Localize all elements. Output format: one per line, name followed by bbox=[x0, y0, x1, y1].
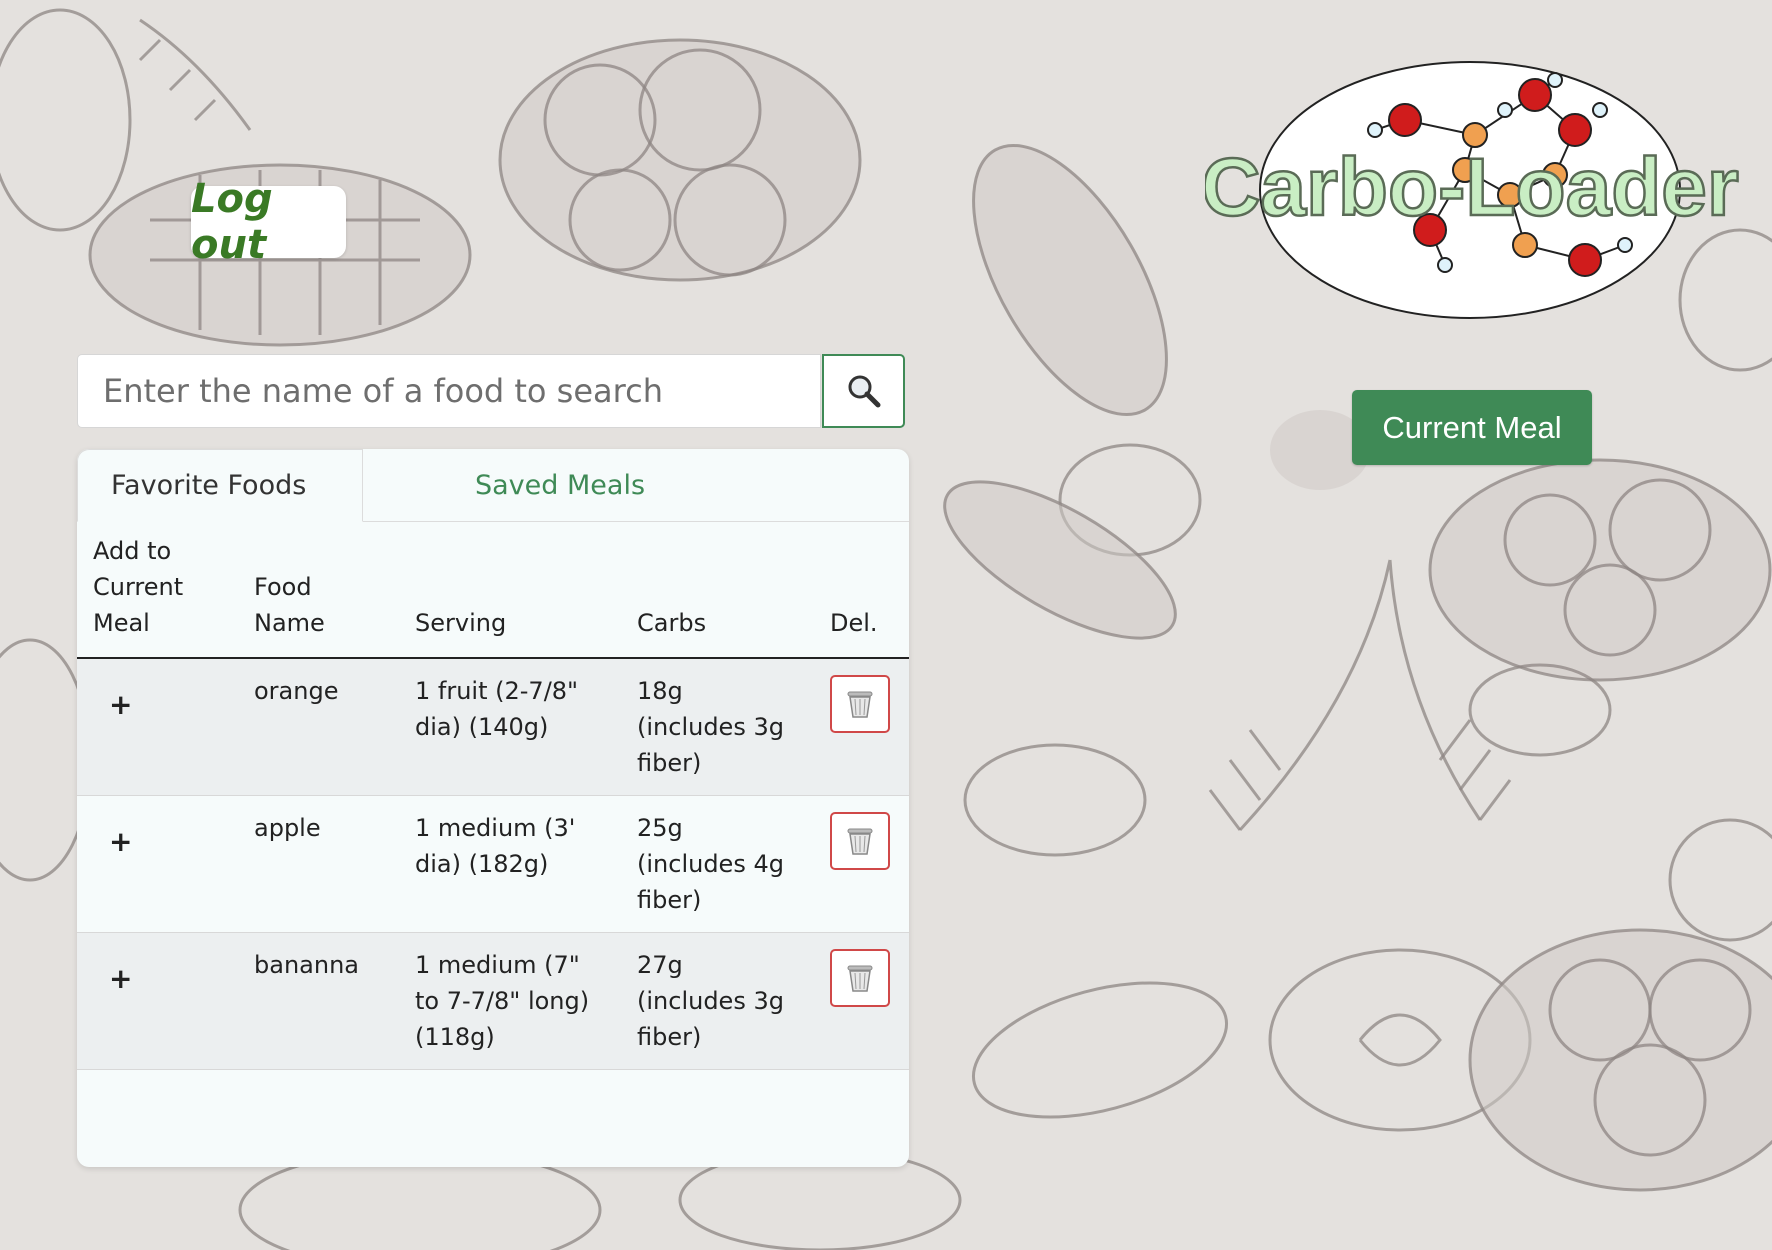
carbo-loader-logo: Carbo-Loader bbox=[1205, 61, 1740, 319]
header-delete: Del. bbox=[814, 521, 909, 659]
table-header-row: Add to Current Meal Food Name Serving Ca… bbox=[77, 521, 909, 659]
food-name-cell: bananna bbox=[238, 932, 399, 1070]
tab-saved-meals[interactable]: Saved Meals bbox=[399, 449, 725, 521]
delete-button[interactable] bbox=[830, 949, 890, 1007]
favorite-foods-table: Add to Current Meal Food Name Serving Ca… bbox=[77, 521, 909, 1070]
add-to-meal-button[interactable]: + bbox=[77, 795, 238, 933]
delete-cell bbox=[814, 795, 909, 933]
add-to-meal-button[interactable]: + bbox=[77, 658, 238, 796]
search-button[interactable] bbox=[822, 354, 905, 428]
delete-button[interactable] bbox=[830, 675, 890, 733]
panel-tabs: Favorite Foods Saved Meals bbox=[77, 449, 909, 522]
trash-icon bbox=[847, 965, 873, 992]
food-search-bar bbox=[77, 354, 905, 428]
carbs-cell: 25g (includes 4g fiber) bbox=[621, 795, 814, 933]
current-meal-button[interactable]: Current Meal bbox=[1352, 390, 1592, 465]
trash-icon bbox=[847, 828, 873, 855]
header-add-to-current-meal: Add to Current Meal bbox=[77, 521, 238, 659]
tab-favorite-foods[interactable]: Favorite Foods bbox=[77, 449, 363, 522]
table-row: + bananna 1 medium (7" to 7-7/8" long) (… bbox=[77, 932, 909, 1070]
table-row: + apple 1 medium (3' dia) (182g) 25g (in… bbox=[77, 795, 909, 933]
header-serving: Serving bbox=[399, 521, 621, 659]
favorites-panel: Favorite Foods Saved Meals Add to Curren… bbox=[77, 449, 909, 1167]
serving-cell: 1 medium (7" to 7-7/8" long) (118g) bbox=[399, 932, 621, 1070]
serving-cell: 1 fruit (2-7/8" dia) (140g) bbox=[399, 658, 621, 796]
magnifier-icon bbox=[848, 375, 880, 408]
delete-cell bbox=[814, 932, 909, 1070]
header-food-name: Food Name bbox=[238, 521, 399, 659]
delete-button[interactable] bbox=[830, 812, 890, 870]
trash-icon bbox=[847, 691, 873, 718]
logo-text: Carbo-Loader bbox=[1205, 142, 1739, 233]
logout-button[interactable]: Log out bbox=[191, 176, 346, 268]
serving-cell: 1 medium (3' dia) (182g) bbox=[399, 795, 621, 933]
food-search-input[interactable] bbox=[77, 354, 821, 428]
food-name-cell: orange bbox=[238, 658, 399, 796]
table-row: + orange 1 fruit (2-7/8" dia) (140g) 18g… bbox=[77, 658, 909, 796]
food-name-cell: apple bbox=[238, 795, 399, 933]
header-carbs: Carbs bbox=[621, 521, 814, 659]
carbs-cell: 27g (includes 3g fiber) bbox=[621, 932, 814, 1070]
add-to-meal-button[interactable]: + bbox=[77, 932, 238, 1070]
carbs-cell: 18g (includes 3g fiber) bbox=[621, 658, 814, 796]
delete-cell bbox=[814, 658, 909, 796]
